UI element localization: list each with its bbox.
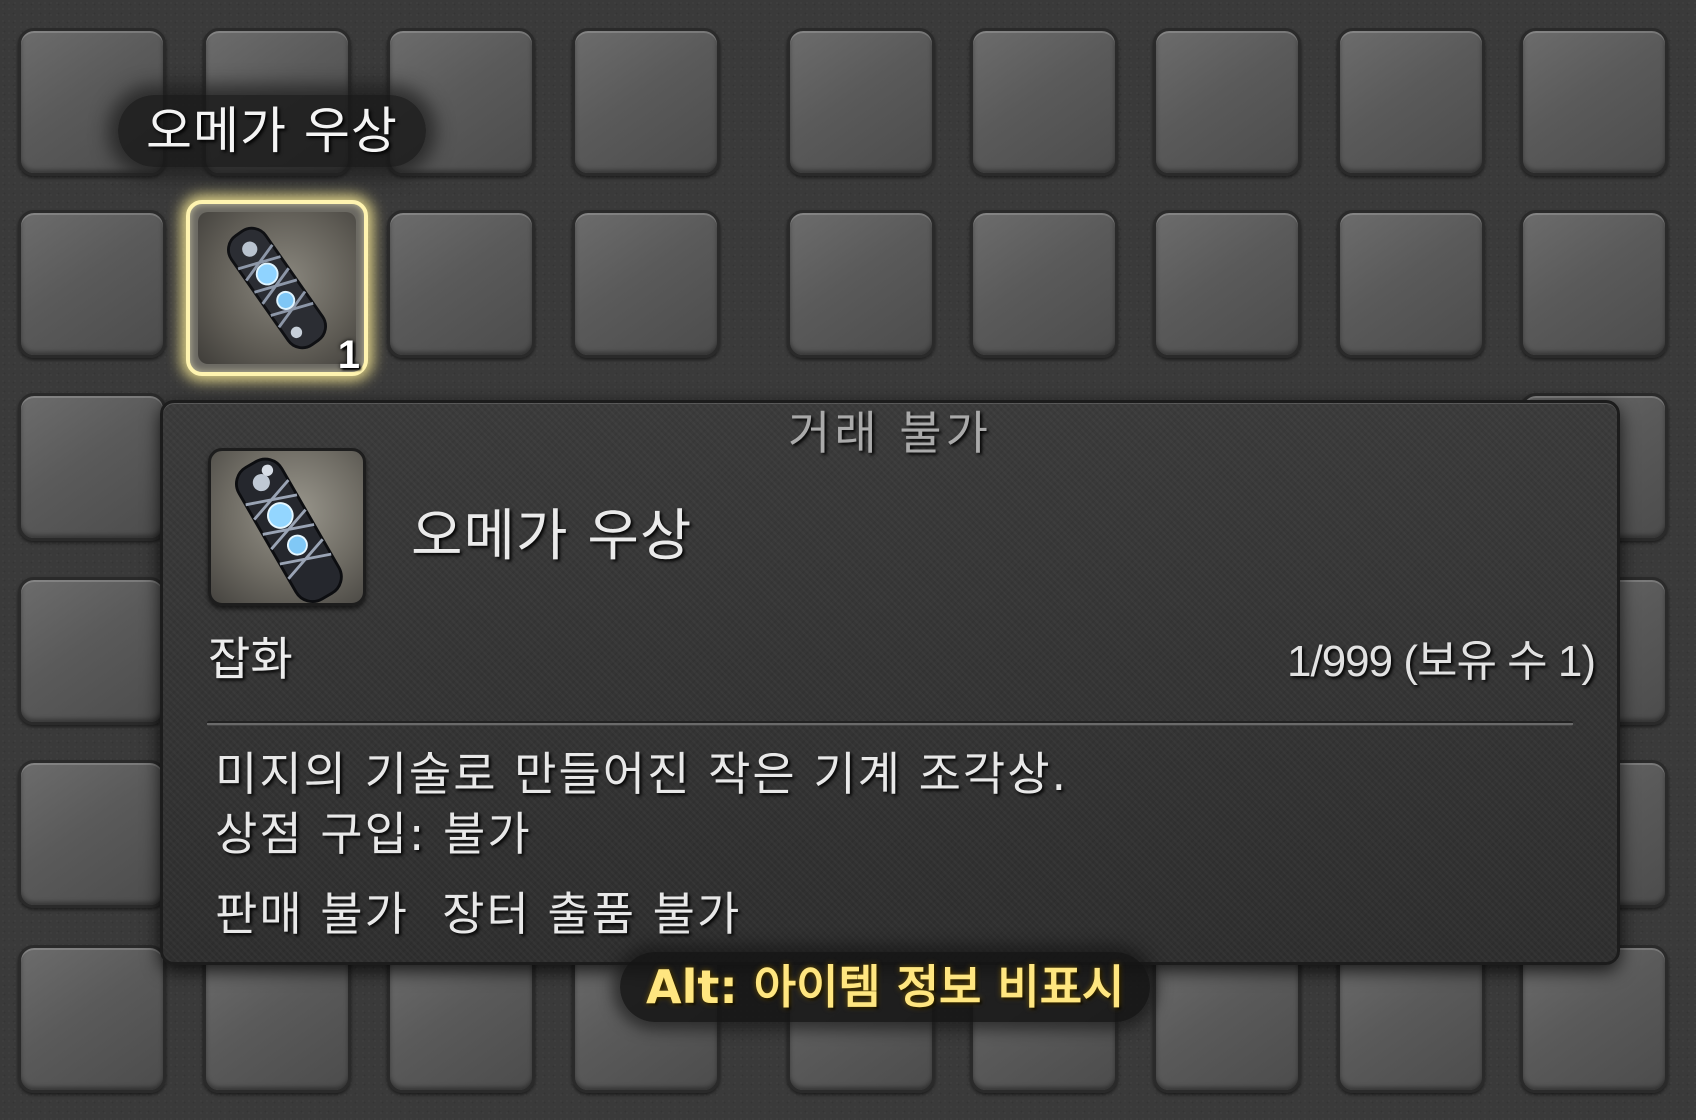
mechanical-figurine-icon bbox=[198, 212, 356, 364]
shop-purchase-info: 상점 구입: 불가 bbox=[215, 807, 532, 861]
alt-hide-info-hint: Alt: 아이템 정보 비표시 bbox=[620, 952, 1151, 1022]
inventory-slot[interactable] bbox=[1520, 28, 1668, 176]
inventory-slot[interactable] bbox=[1153, 945, 1301, 1093]
item-tooltip: 거래 불가 오메가 우상 잡화 1/999 (보유 수 1) 미지의 기술로 만… bbox=[160, 400, 1620, 965]
inventory-slot[interactable] bbox=[18, 760, 166, 908]
sell-market-info: 판매 불가 장터 출품 불가 bbox=[215, 887, 742, 941]
inventory-slot[interactable] bbox=[387, 210, 535, 358]
inventory-slot[interactable] bbox=[572, 28, 720, 176]
inventory-slot[interactable] bbox=[1337, 945, 1485, 1093]
divider bbox=[207, 721, 1573, 726]
item-category: 잡화 bbox=[208, 632, 293, 686]
inventory-slot[interactable] bbox=[1153, 210, 1301, 358]
inventory-slot[interactable] bbox=[787, 210, 935, 358]
hover-item-name-label: 오메가 우상 bbox=[118, 95, 426, 167]
trade-status: 거래 불가 bbox=[788, 406, 992, 460]
inventory-slot[interactable] bbox=[18, 210, 166, 358]
inventory-slot[interactable] bbox=[1520, 945, 1668, 1093]
inventory-slot[interactable] bbox=[18, 393, 166, 541]
inventory-slot-selected[interactable]: 1 bbox=[186, 200, 368, 377]
inventory-slot[interactable] bbox=[970, 28, 1118, 176]
inventory-slot[interactable] bbox=[970, 210, 1118, 358]
inventory-slot[interactable] bbox=[1337, 210, 1485, 358]
inventory-slot[interactable] bbox=[1520, 210, 1668, 358]
item-name: 오메가 우상 bbox=[411, 504, 693, 569]
mechanical-figurine-icon bbox=[208, 448, 366, 606]
stack-count: 1 bbox=[337, 333, 360, 377]
stack-info: 1/999 (보유 수 1) bbox=[1287, 637, 1596, 686]
inventory-slot[interactable] bbox=[1337, 28, 1485, 176]
inventory-slot[interactable] bbox=[1153, 28, 1301, 176]
inventory-slot[interactable] bbox=[203, 945, 351, 1093]
inventory-slot[interactable] bbox=[18, 577, 166, 725]
inventory-slot[interactable] bbox=[18, 945, 166, 1093]
inventory-slot[interactable] bbox=[572, 210, 720, 358]
inventory-slot[interactable] bbox=[387, 945, 535, 1093]
item-description: 미지의 기술로 만들어진 작은 기계 조각상. bbox=[215, 747, 1069, 801]
inventory-slot[interactable] bbox=[787, 28, 935, 176]
